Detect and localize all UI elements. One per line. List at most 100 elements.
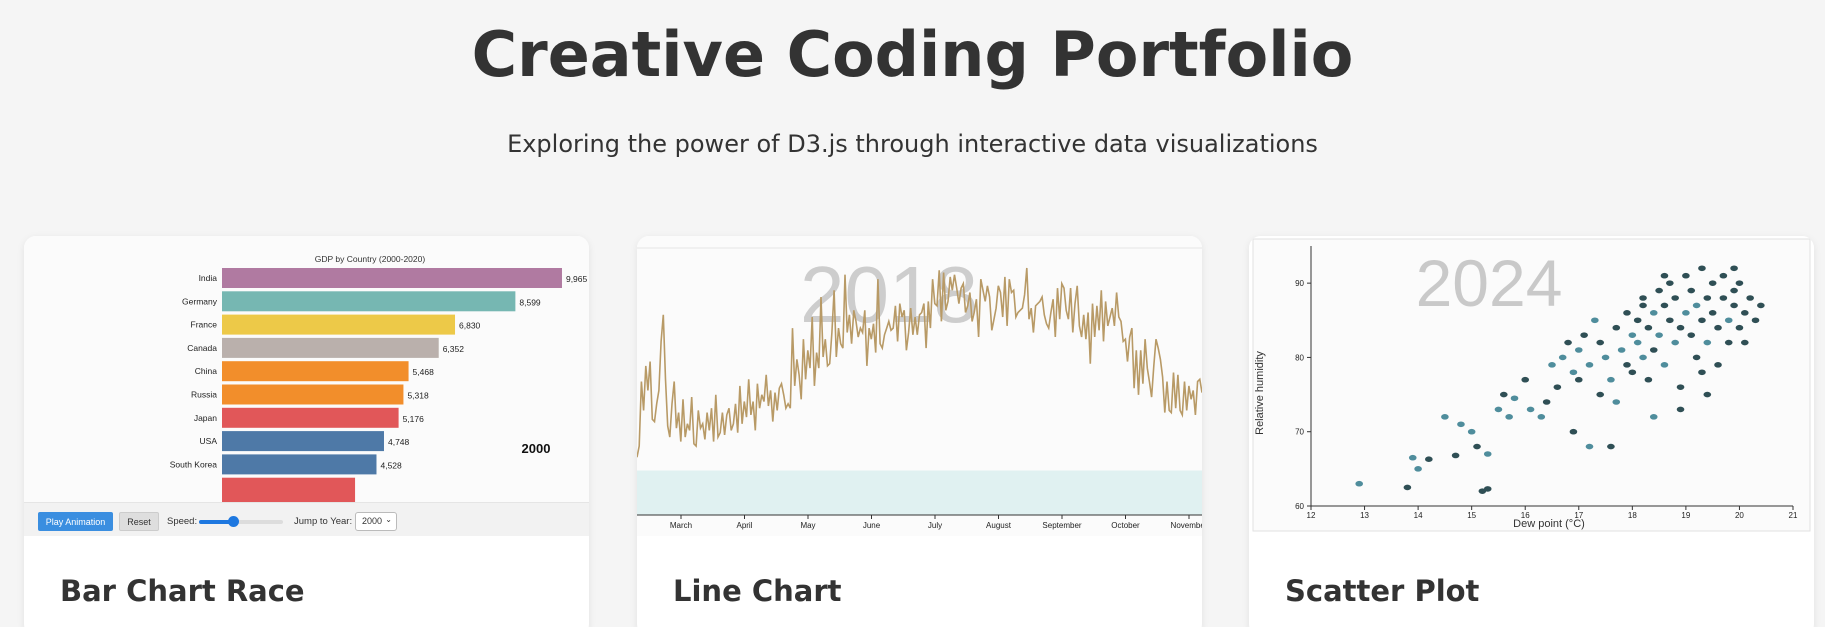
bar-japan xyxy=(222,407,399,428)
scatter-point xyxy=(1633,317,1642,324)
scatter-point xyxy=(1692,354,1701,361)
scatter-point xyxy=(1628,332,1637,338)
bar-india xyxy=(222,268,562,288)
scatter-point xyxy=(1660,272,1669,279)
scatter-point xyxy=(1649,347,1658,353)
bar-category-label: Russia xyxy=(191,390,217,400)
speed-label: Speed: xyxy=(167,516,198,527)
scatter-point xyxy=(1676,384,1685,390)
scatter-point xyxy=(1649,310,1658,316)
bar-germany xyxy=(222,291,516,312)
line-chart-band xyxy=(637,470,1202,515)
bar-category-label: China xyxy=(195,366,217,376)
year-select[interactable]: 2000 ⌄ xyxy=(355,512,397,531)
bar-value-label: 4,528 xyxy=(380,460,402,470)
bar-canada xyxy=(222,337,439,358)
x-tick-label: 21 xyxy=(1789,511,1798,520)
scatter-point xyxy=(1666,317,1674,324)
bar-value-label: 5,176 xyxy=(403,414,425,424)
scatter-point xyxy=(1628,369,1637,376)
scatter-point xyxy=(1425,456,1433,462)
card-line-chart[interactable]: 2018 March April May June July August Septembe… xyxy=(637,236,1202,627)
x-tick-label: May xyxy=(800,521,815,530)
scatter-year-label: 2024 xyxy=(1416,246,1563,320)
scatter-point xyxy=(1467,428,1476,435)
bar-chart-title: GDP by Country (2000-2020) xyxy=(315,254,426,264)
scatter-point xyxy=(1660,362,1669,368)
scatter-point xyxy=(1708,310,1717,316)
scatter-point xyxy=(1548,362,1556,368)
scatter-point xyxy=(1505,414,1513,420)
scatter-point xyxy=(1703,295,1712,301)
scatter-point xyxy=(1585,443,1594,450)
bar-value-label: 6,352 xyxy=(443,344,465,354)
x-tick-label: 14 xyxy=(1414,511,1423,520)
scatter-point xyxy=(1719,272,1728,279)
scatter-point xyxy=(1666,280,1674,286)
scatter-point xyxy=(1569,369,1578,376)
line-chart-preview: 2018 March April May June July August Septembe… xyxy=(637,236,1202,536)
scatter-point xyxy=(1655,332,1663,338)
reset-button[interactable]: Reset xyxy=(119,512,159,531)
scatter-point xyxy=(1676,406,1685,413)
scatter-point xyxy=(1644,324,1653,331)
scatter-point xyxy=(1730,287,1738,294)
bar-category-label: Canada xyxy=(187,343,217,353)
scatter-point xyxy=(1671,295,1679,301)
scatter-point xyxy=(1698,317,1706,324)
line-chart-year-label: 2018 xyxy=(800,250,978,339)
chevron-down-icon: ⌄ xyxy=(385,515,392,524)
scatter-point xyxy=(1580,332,1588,338)
scatter-point xyxy=(1558,354,1567,361)
scatter-point xyxy=(1724,317,1733,324)
scatter-point xyxy=(1414,466,1422,472)
scatter-point xyxy=(1623,362,1631,368)
scatter-point xyxy=(1473,443,1481,450)
scatter-point xyxy=(1457,421,1465,428)
scatter-point xyxy=(1553,384,1562,390)
scatter-point xyxy=(1574,347,1583,353)
scatter-point xyxy=(1639,295,1647,301)
scatter-point xyxy=(1500,391,1508,398)
scatter-point xyxy=(1483,486,1492,492)
bar-value-label: 9,965 xyxy=(566,274,588,284)
bar-category-label: Germany xyxy=(182,296,218,306)
scatter-point xyxy=(1757,302,1765,309)
x-tick-label: 13 xyxy=(1360,511,1369,520)
x-tick-label: September xyxy=(1042,521,1081,530)
scatter-point xyxy=(1596,339,1604,346)
scatter-point xyxy=(1510,395,1519,402)
bar-partial xyxy=(222,477,356,502)
scatter-point xyxy=(1735,280,1744,286)
scatter-point xyxy=(1521,376,1530,383)
scatter-point xyxy=(1585,362,1594,368)
scatter-point xyxy=(1612,324,1621,331)
scatter-plot-preview: 2024 12 13 14 15 16 17 18 19 20 21 60708090 Dew p… xyxy=(1249,236,1814,536)
scatter-point xyxy=(1735,324,1744,331)
scatter-point xyxy=(1698,369,1706,376)
scatter-point xyxy=(1660,302,1669,309)
card-bar-chart-race[interactable]: GDP by Country (2000-2020) India 9,965 Ger… xyxy=(24,236,589,627)
scatter-point xyxy=(1746,295,1754,301)
scatter-point xyxy=(1483,451,1492,457)
bar-value-label: 8,599 xyxy=(519,297,541,307)
bar-category-label: South Korea xyxy=(170,459,218,469)
x-tick-label: July xyxy=(928,521,942,530)
scatter-point xyxy=(1644,376,1653,383)
card-scatter-plot[interactable]: 2024 12 13 14 15 16 17 18 19 20 21 60 70 80 90 Dew p… xyxy=(1249,236,1814,627)
scatter-point xyxy=(1408,454,1417,461)
scatter-point xyxy=(1708,280,1717,286)
y-tick-label: 80 xyxy=(1295,353,1304,362)
speed-slider-thumb[interactable] xyxy=(227,516,239,527)
speed-slider[interactable] xyxy=(199,516,283,527)
x-tick-label: 20 xyxy=(1735,511,1744,520)
scatter-point xyxy=(1441,414,1449,420)
scatter-point xyxy=(1687,332,1696,338)
play-animation-button[interactable]: Play Animation xyxy=(38,512,113,531)
x-tick-label: 12 xyxy=(1307,511,1316,520)
scatter-point xyxy=(1741,339,1749,346)
scatter-y-axis-label: Relative humidity xyxy=(1254,351,1266,435)
jump-to-year-label: Jump to Year: xyxy=(294,516,353,527)
card-title: Scatter Plot xyxy=(1285,574,1480,608)
scatter-point xyxy=(1703,339,1712,346)
